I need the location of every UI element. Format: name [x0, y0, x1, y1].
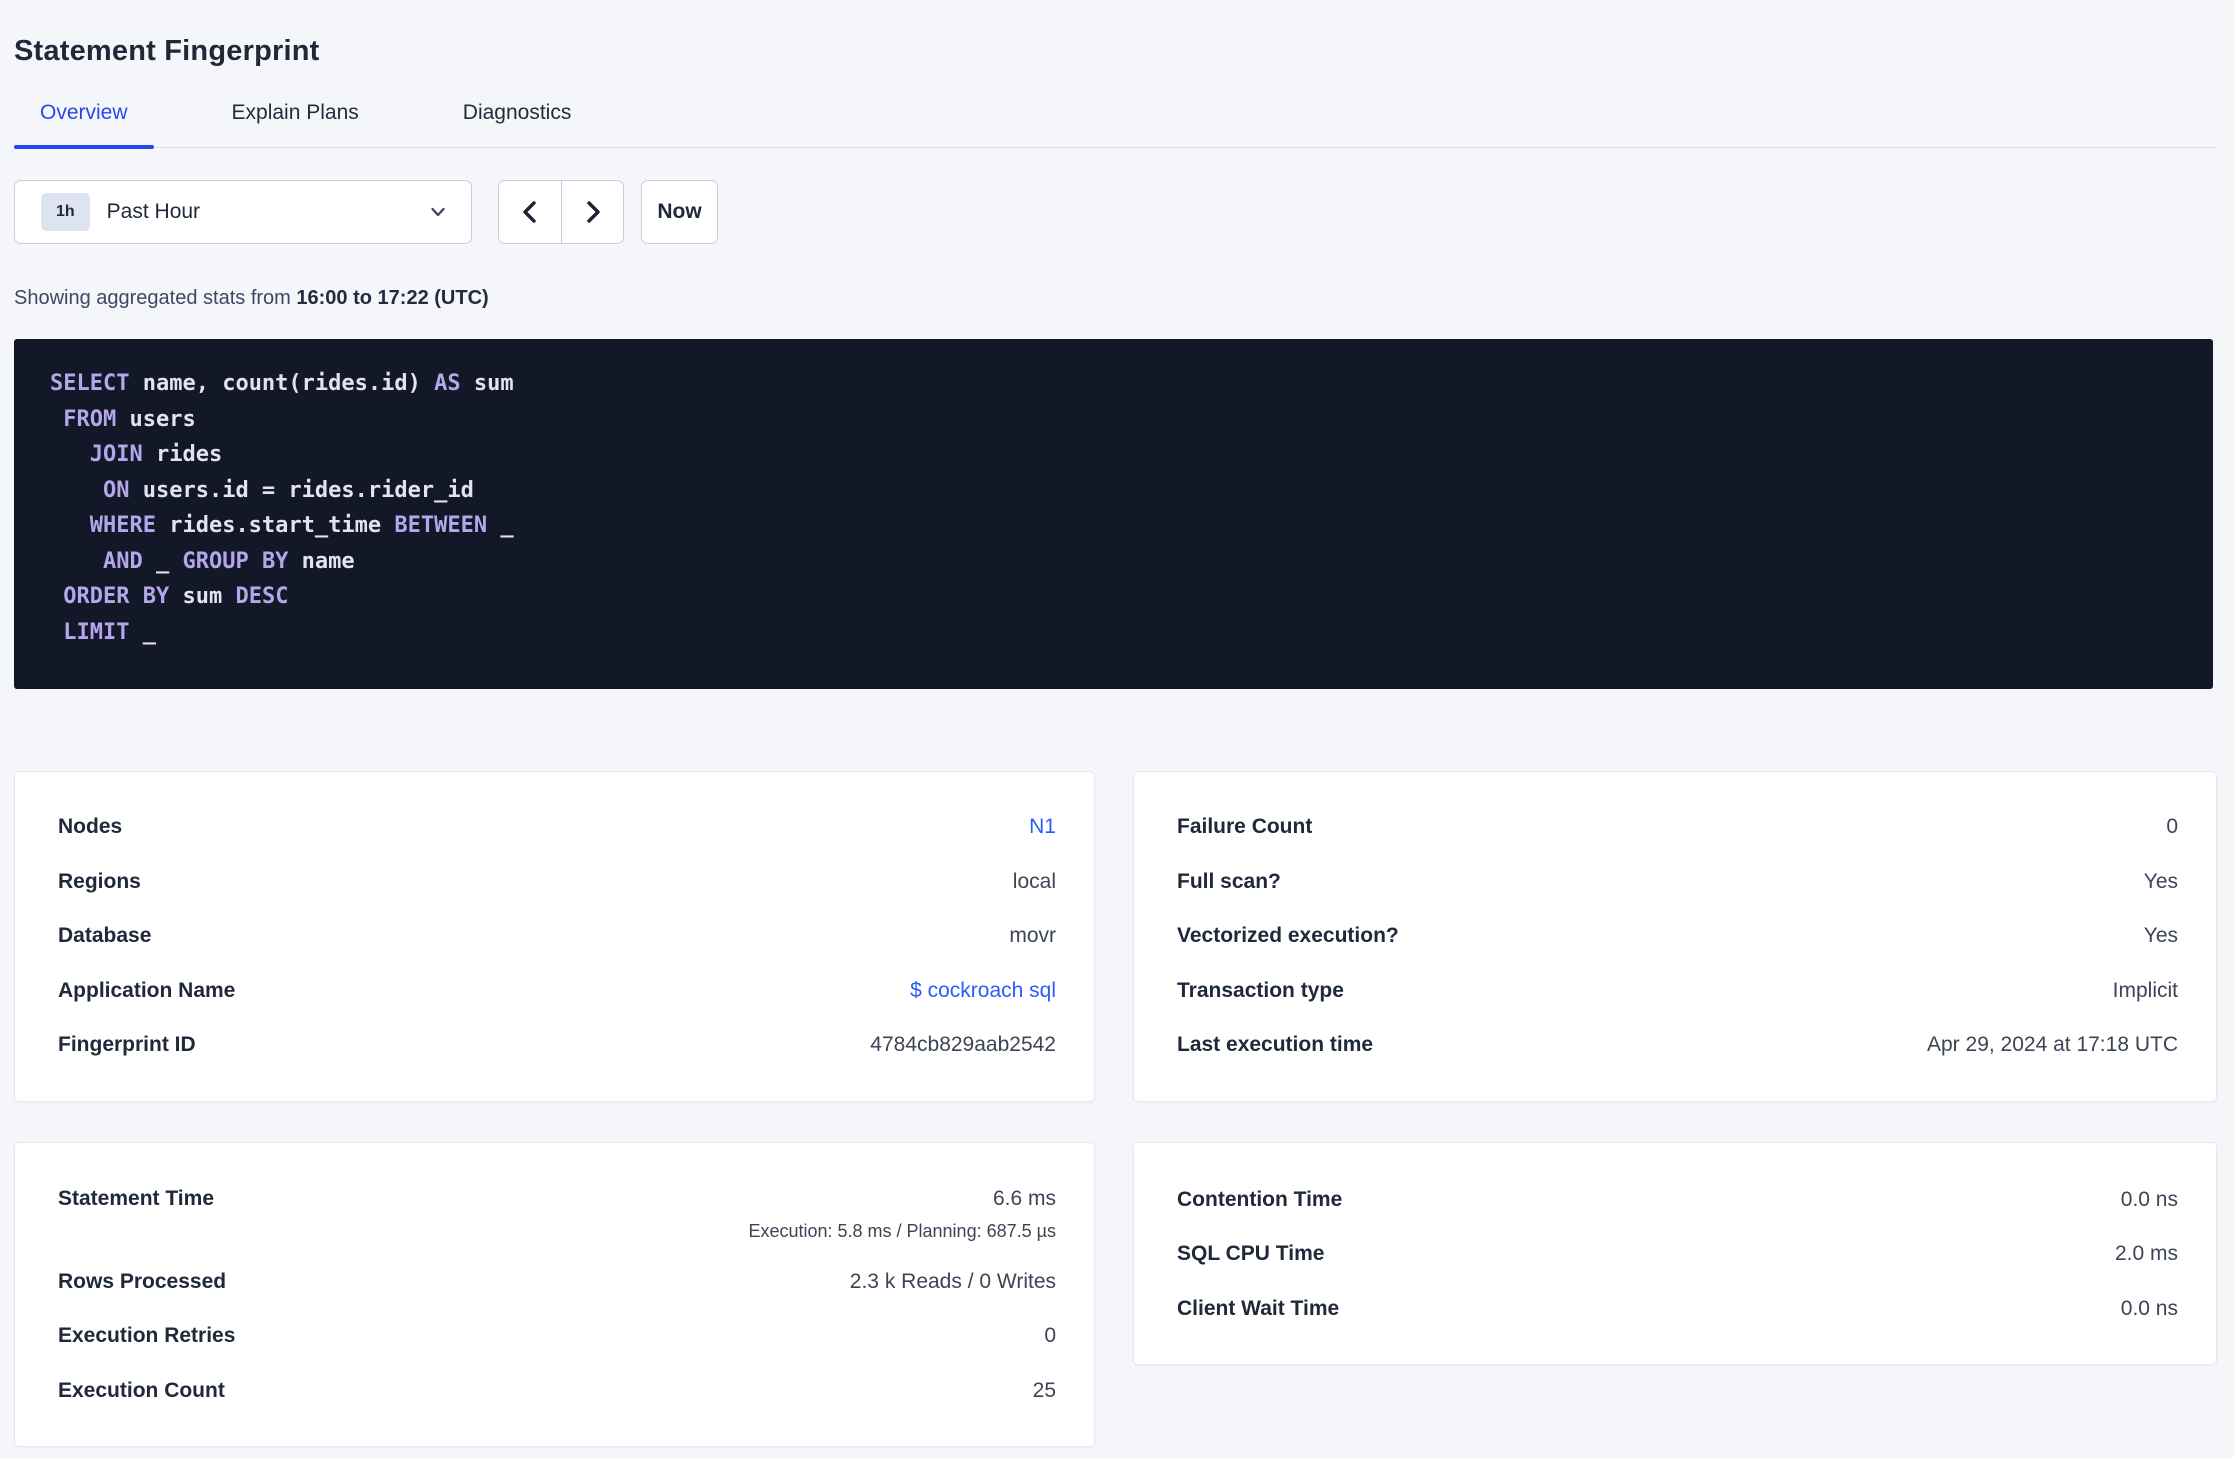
row-label: Vectorized execution?	[1177, 924, 1399, 948]
row-value: 0	[1044, 1324, 1056, 1348]
row-application-name: Application Name $ cockroach sql	[58, 964, 1056, 1019]
row-failure-count: Failure Count 0	[1177, 800, 2178, 855]
panel-timings: Statement Time 6.6 ms Execution: 5.8 ms …	[14, 1141, 1095, 1447]
time-range-label: Past Hour	[106, 200, 201, 223]
panel-execution-attributes: Failure Count 0 Full scan? Yes Vectorize…	[1133, 771, 2217, 1102]
row-label: Client Wait Time	[1177, 1296, 1340, 1320]
row-label: Execution Retries	[58, 1324, 236, 1348]
tab-diagnostics-label: Diagnostics	[462, 101, 572, 124]
row-value: Implicit	[2112, 978, 2178, 1002]
row-fingerprint-id: Fingerprint ID 4784cb829aab2542	[58, 1018, 1056, 1073]
aggregation-note-prefix: Showing aggregated stats from	[14, 287, 297, 309]
row-last-execution-time: Last execution time Apr 29, 2024 at 17:1…	[1177, 1018, 2178, 1073]
chevron-right-icon	[586, 201, 600, 223]
row-label: Rows Processed	[58, 1269, 227, 1293]
aggregation-note: Showing aggregated stats from 16:00 to 1…	[14, 287, 2217, 309]
row-value: Yes	[2143, 924, 2178, 948]
time-controls: 1h Past Hour Now	[14, 180, 2217, 244]
aggregation-note-range: 16:00 to 17:22 (UTC)	[296, 287, 489, 309]
row-execution-retries: Execution Retries 0	[58, 1309, 1056, 1364]
application-name-link[interactable]: $ cockroach sql	[910, 979, 1056, 1003]
row-execution-count: Execution Count 25	[58, 1364, 1056, 1419]
time-range-badge: 1h	[41, 193, 90, 231]
chevron-down-icon	[431, 207, 445, 217]
statement-fingerprint-page: Statement Fingerprint Overview Explain P…	[0, 34, 2234, 1458]
row-value: 6.6 ms	[992, 1186, 1056, 1210]
row-rows-processed: Rows Processed 2.3 k Reads / 0 Writes	[58, 1255, 1056, 1310]
sql-statement: SELECT name, count(rides.id) AS sum FROM…	[14, 339, 2213, 689]
row-value: movr	[1009, 924, 1056, 948]
tab-bar: Overview Explain Plans Diagnostics	[14, 101, 2217, 149]
chevron-left-icon	[523, 201, 536, 223]
row-label: Application Name	[58, 978, 236, 1002]
tab-explain-plans-label: Explain Plans	[231, 101, 359, 124]
row-label: Contention Time	[1177, 1187, 1343, 1211]
row-label: SQL CPU Time	[1177, 1242, 1325, 1266]
panel-wait-times: Contention Time 0.0 ns SQL CPU Time 2.0 …	[1133, 1141, 2217, 1365]
row-value: Apr 29, 2024 at 17:18 UTC	[1927, 1033, 2178, 1057]
panel-overview: Nodes N1 Regions local Database movr App…	[14, 771, 1095, 1102]
row-value: 2.0 ms	[2114, 1242, 2178, 1266]
nodes-link[interactable]: N1	[1029, 815, 1056, 839]
row-label: Statement Time	[58, 1186, 214, 1210]
row-value: Yes	[2143, 869, 2178, 893]
row-label: Transaction type	[1177, 978, 1344, 1002]
row-label: Failure Count	[1177, 815, 1313, 839]
statement-time-values: 6.6 ms Execution: 5.8 ms / Planning: 687…	[748, 1171, 1056, 1242]
row-label: Regions	[58, 869, 141, 893]
row-value: 0.0 ns	[2120, 1296, 2178, 1320]
time-range-dropdown[interactable]: 1h Past Hour	[14, 180, 472, 244]
row-regions: Regions local	[58, 855, 1056, 910]
row-contention-time: Contention Time 0.0 ns	[1177, 1173, 2178, 1228]
row-label: Database	[58, 924, 152, 948]
row-client-wait-time: Client Wait Time 0.0 ns	[1177, 1282, 2178, 1337]
row-label: Last execution time	[1177, 1033, 1374, 1057]
row-value: 25	[1032, 1378, 1056, 1402]
time-nav-group	[498, 180, 624, 244]
row-full-scan: Full scan? Yes	[1177, 855, 2178, 910]
row-value: 0	[2166, 815, 2178, 839]
tab-overview[interactable]: Overview	[14, 101, 154, 149]
row-database: Database movr	[58, 909, 1056, 964]
row-value: 2.3 k Reads / 0 Writes	[849, 1269, 1056, 1293]
statement-time-breakdown: Execution: 5.8 ms / Planning: 687.5 µs	[748, 1220, 1056, 1241]
row-label: Fingerprint ID	[58, 1033, 196, 1057]
next-range-button[interactable]	[561, 181, 623, 243]
row-value: 4784cb829aab2542	[870, 1033, 1056, 1057]
now-button[interactable]: Now	[641, 180, 718, 244]
row-value: local	[1012, 869, 1056, 893]
tab-overview-label: Overview	[40, 101, 128, 124]
row-nodes: Nodes N1	[58, 800, 1056, 855]
row-statement-time: Statement Time 6.6 ms Execution: 5.8 ms …	[58, 1171, 1056, 1255]
row-sql-cpu-time: SQL CPU Time 2.0 ms	[1177, 1227, 2178, 1282]
timing-panels-row: Statement Time 6.6 ms Execution: 5.8 ms …	[14, 1141, 2217, 1447]
row-transaction-type: Transaction type Implicit	[1177, 964, 2178, 1019]
summary-panels-row: Nodes N1 Regions local Database movr App…	[14, 771, 2217, 1102]
row-value: 0.0 ns	[2120, 1187, 2178, 1211]
tab-explain-plans[interactable]: Explain Plans	[206, 102, 385, 147]
row-label: Full scan?	[1177, 869, 1281, 893]
row-label: Execution Count	[58, 1378, 225, 1402]
page-title: Statement Fingerprint	[14, 35, 320, 67]
tab-diagnostics[interactable]: Diagnostics	[437, 102, 598, 147]
row-vectorized-execution: Vectorized execution? Yes	[1177, 909, 2178, 964]
prev-range-button[interactable]	[499, 181, 561, 243]
row-label: Nodes	[58, 815, 123, 839]
